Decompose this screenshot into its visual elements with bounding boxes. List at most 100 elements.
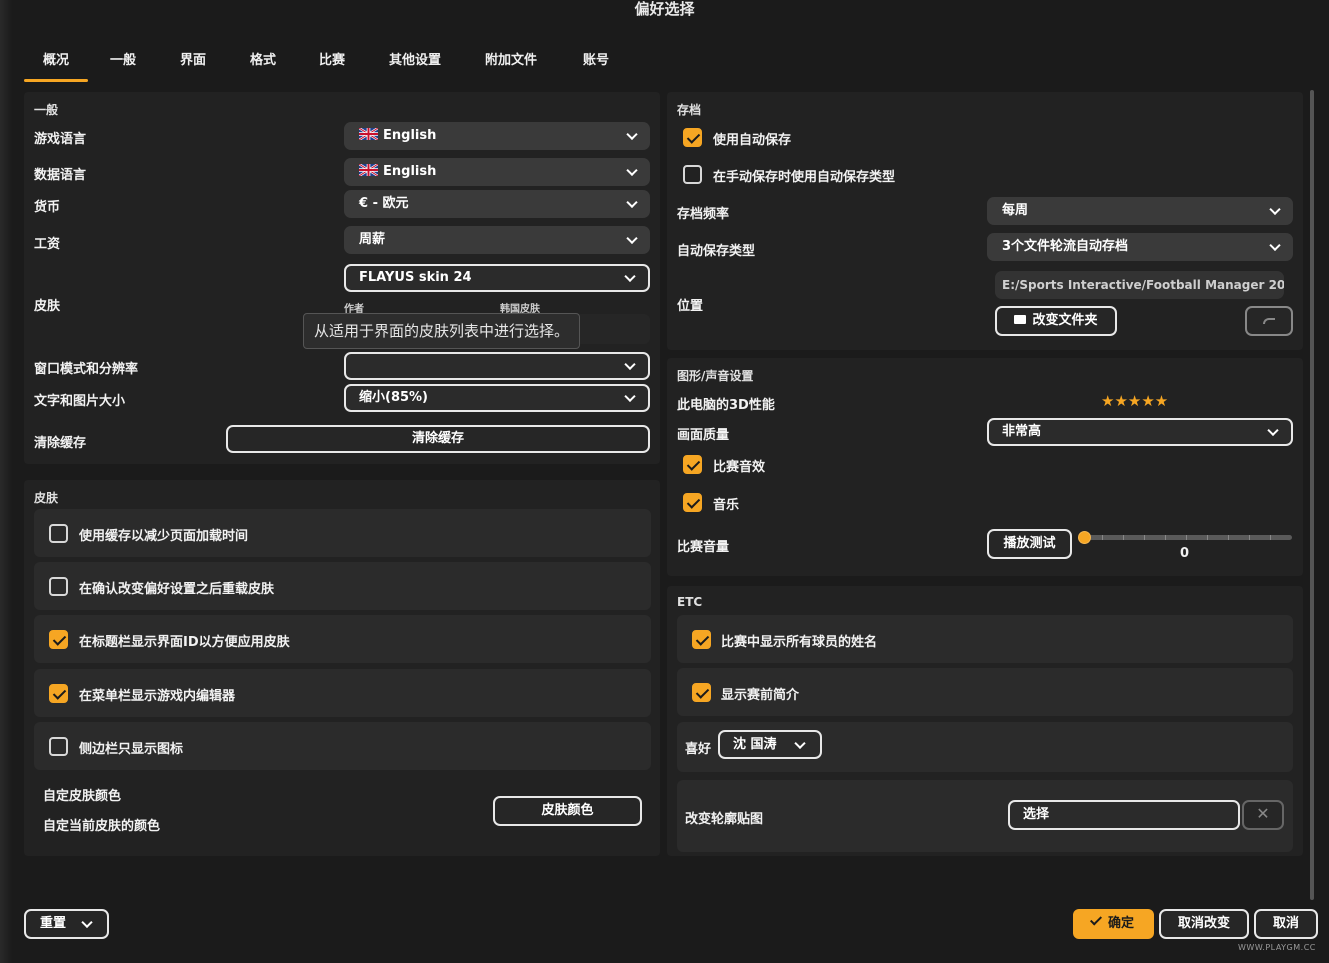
wage-dropdown[interactable]: 周薪: [344, 226, 650, 254]
tab-other-settings[interactable]: 其他设置: [384, 48, 446, 82]
manual-autosave-type-checkbox[interactable]: [683, 165, 702, 184]
skin-value: FLAYUS skin 24: [359, 270, 472, 285]
slider-tick: [1270, 535, 1271, 540]
text-size-dropdown[interactable]: 缩小(85%): [344, 384, 650, 412]
cancel-button[interactable]: 取消: [1254, 909, 1318, 939]
skin-option-label: 在确认改变偏好设置之后重载皮肤: [79, 582, 275, 597]
left-edge: [0, 0, 12, 963]
quality-dropdown[interactable]: 非常高: [987, 418, 1293, 446]
skin-color-button[interactable]: 皮肤颜色: [493, 796, 642, 826]
game-language-value: English: [383, 128, 437, 143]
general-section-label: 一般: [34, 103, 59, 117]
wage-value: 周薪: [359, 232, 386, 247]
performance-stars: ★★★★★: [1101, 392, 1169, 410]
volume-label: 比赛音量: [677, 540, 730, 555]
skin-dropdown[interactable]: FLAYUS skin 24: [344, 264, 650, 292]
data-language-value: English: [383, 164, 437, 179]
currency-value: € - 欧元: [359, 196, 409, 211]
skin-option-label: 在标题栏显示界面ID以方便应用皮肤: [79, 635, 290, 650]
slider-tick: [1144, 535, 1145, 540]
tab-format[interactable]: 格式: [238, 48, 288, 82]
quality-label: 画面质量: [677, 428, 730, 443]
skin-tooltip: 从适用于界面的皮肤列表中进行选择。: [303, 313, 581, 349]
skin-option-checkbox[interactable]: [49, 577, 68, 596]
chevron-down-icon: [81, 916, 93, 929]
match-sfx-label: 比赛音效: [713, 460, 766, 475]
skin-option-checkbox[interactable]: [49, 524, 68, 543]
reset-dropdown[interactable]: 重置: [24, 909, 109, 939]
text-size-label: 文字和图片大小: [34, 394, 126, 409]
currency-dropdown[interactable]: € - 欧元: [344, 190, 650, 218]
tab-match[interactable]: 比赛: [307, 48, 357, 82]
save-frequency-dropdown[interactable]: 每周: [987, 197, 1293, 225]
slider-tick: [1249, 535, 1250, 540]
chevron-down-icon: [1269, 239, 1281, 252]
pc-3d-label: 此电脑的3D性能: [677, 398, 775, 413]
change-folder-button[interactable]: 改变文件夹: [995, 306, 1117, 336]
show-preview-checkbox[interactable]: [692, 683, 711, 702]
skin-option-checkbox[interactable]: [49, 737, 68, 756]
volume-slider-handle[interactable]: [1078, 531, 1091, 544]
skin-section-label: 皮肤: [34, 491, 59, 505]
uk-flag-icon: [358, 159, 379, 178]
chevron-down-icon: [624, 358, 636, 371]
music-checkbox[interactable]: [683, 493, 702, 512]
change-folder-label: 改变文件夹: [1032, 313, 1098, 328]
tab-account[interactable]: 账号: [576, 48, 616, 82]
skin-option-checkbox[interactable]: [49, 630, 68, 649]
favorite-dropdown[interactable]: 沈 国涛: [718, 730, 822, 759]
skin-label: 皮肤: [34, 299, 61, 314]
location-label: 位置: [677, 299, 704, 314]
clear-silhouette-button[interactable]: ✕: [1242, 800, 1284, 830]
play-test-button[interactable]: 播放测试: [987, 529, 1072, 559]
slider-tick: [1207, 535, 1208, 540]
close-icon: ✕: [1256, 804, 1270, 823]
clear-cache-label: 清除缓存: [34, 436, 87, 451]
window-title: 偏好选择: [634, 0, 695, 18]
silhouette-select-field[interactable]: 选择: [1008, 800, 1240, 830]
chevron-down-icon: [626, 232, 638, 245]
check-icon: [1089, 913, 1102, 926]
scrollbar[interactable]: [1310, 90, 1314, 900]
save-frequency-label: 存档频率: [677, 207, 730, 222]
slider-tick: [1165, 535, 1166, 540]
custom-color-title: 自定皮肤颜色: [43, 789, 122, 804]
custom-color-desc: 自定当前皮肤的颜色: [43, 819, 161, 834]
autosave-type-dropdown[interactable]: 3个文件轮流自动存档: [987, 233, 1293, 261]
use-autosave-label: 使用自动保存: [713, 133, 792, 148]
skin-option-checkbox[interactable]: [49, 684, 68, 703]
favorite-label: 喜好: [685, 742, 712, 757]
confirm-button[interactable]: 确定: [1073, 909, 1154, 939]
game-language-dropdown[interactable]: English: [344, 122, 650, 150]
skin-option-label: 侧边栏只显示图标: [79, 742, 184, 757]
undo-icon: [1263, 318, 1275, 324]
tab-add-files[interactable]: 附加文件: [480, 48, 542, 82]
revert-button[interactable]: 取消改变: [1159, 909, 1249, 939]
save-frequency-value: 每周: [1002, 203, 1029, 218]
reset-label: 重置: [40, 916, 67, 931]
music-label: 音乐: [713, 498, 740, 513]
uk-flag-icon: [358, 123, 379, 142]
favorite-value: 沈 国涛: [733, 737, 777, 752]
tab-interface[interactable]: 界面: [168, 48, 218, 82]
tab-overview[interactable]: 概况: [24, 48, 88, 82]
window-mode-dropdown[interactable]: [344, 352, 650, 380]
data-language-dropdown[interactable]: English: [344, 158, 650, 186]
slider-tick: [1102, 535, 1103, 540]
use-autosave-checkbox[interactable]: [683, 128, 702, 147]
show-preview-label: 显示赛前简介: [721, 688, 800, 703]
match-sfx-checkbox[interactable]: [683, 455, 702, 474]
game-language-label: 游戏语言: [34, 132, 87, 147]
chevron-down-icon: [794, 737, 806, 749]
data-language-label: 数据语言: [34, 168, 87, 183]
manual-autosave-type-label: 在手动保存时使用自动保存类型: [713, 170, 896, 185]
chevron-down-icon: [624, 390, 636, 403]
undo-location-button[interactable]: [1245, 306, 1293, 336]
window-mode-label: 窗口模式和分辨率: [34, 362, 139, 377]
chevron-down-icon: [624, 270, 636, 283]
clear-cache-button[interactable]: 清除缓存: [226, 425, 650, 453]
silhouette-label: 改变轮廓贴图: [685, 812, 764, 827]
tab-general[interactable]: 一般: [98, 48, 148, 82]
graphics-section-label: 图形/声音设置: [677, 369, 754, 383]
show-all-names-checkbox[interactable]: [692, 630, 711, 649]
